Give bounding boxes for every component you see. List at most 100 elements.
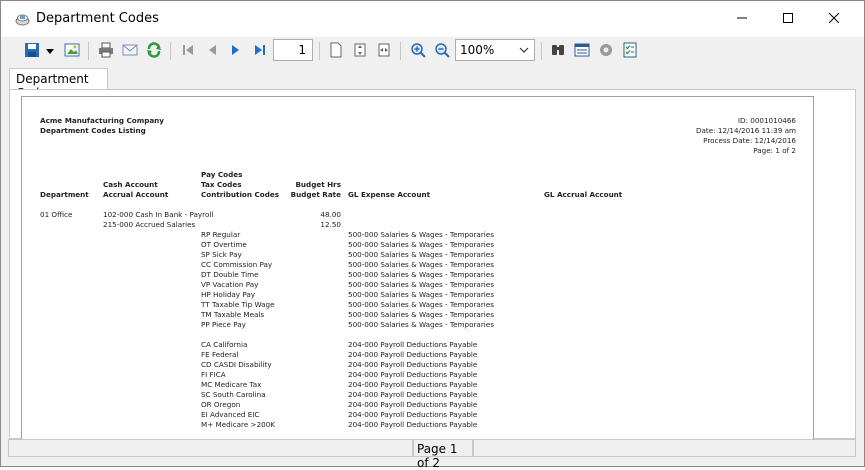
code-label: RP Regular (201, 230, 241, 239)
save-dropdown-icon (46, 44, 54, 58)
maximize-button[interactable] (765, 1, 811, 37)
header-contribution-codes: Contribution Codes (201, 190, 280, 199)
header-accrual-account: Accrual Account (103, 190, 169, 199)
gl-account-label: 500-000 Salaries & Wages - Temporaries (348, 260, 494, 269)
next-page-icon (228, 42, 244, 61)
code-label: CA California (201, 340, 248, 349)
next-page-button[interactable] (225, 40, 247, 62)
save-dropdown-button[interactable] (43, 40, 57, 62)
refresh-icon (146, 41, 162, 61)
gl-account-label: 204-000 Payroll Deductions Payable (348, 350, 478, 359)
report-date: Date: 12/14/2016 11:39 am (695, 126, 796, 135)
close-button[interactable] (811, 1, 857, 37)
page-view-icon (328, 42, 344, 61)
report-page-number: Page: 1 of 2 (753, 146, 796, 155)
previous-page-icon (204, 42, 220, 61)
header-gl-expense: GL Expense Account (348, 190, 431, 199)
gl-account-label: 500-000 Salaries & Wages - Temporaries (348, 310, 494, 319)
report-toolbar: 1 100% (1, 37, 864, 66)
report-viewport: Acme Manufacturing Company Department Co… (9, 89, 856, 440)
gl-account-label: 500-000 Salaries & Wages - Temporaries (348, 230, 494, 239)
window-title: Department Codes (36, 11, 159, 26)
header-pay-codes: Pay Codes (201, 170, 243, 179)
gl-account-label: 500-000 Salaries & Wages - Temporaries (348, 250, 494, 259)
status-bar: Page 1 of 2 (1, 439, 864, 470)
header-cash-account: Cash Account (103, 180, 158, 189)
zoom-in-icon (410, 42, 426, 61)
gl-account-label: 204-000 Payroll Deductions Payable (348, 420, 478, 429)
tab-department-codes[interactable]: Department Codes (9, 68, 108, 100)
first-page-button[interactable] (177, 40, 199, 62)
status-page-text: Page 1 of 2 (413, 439, 473, 470)
report-id: ID: 0001010466 (737, 116, 796, 125)
crystal-report-icon (15, 12, 30, 27)
parameters-button[interactable] (619, 40, 641, 62)
code-label: CD CASDI Disability (201, 360, 272, 369)
zoom-select[interactable]: 100% (455, 39, 535, 61)
maximize-icon (783, 12, 793, 26)
gl-account-label: 204-000 Payroll Deductions Payable (348, 340, 478, 349)
first-page-icon (180, 42, 196, 61)
gl-account-label: 204-000 Payroll Deductions Payable (348, 360, 478, 369)
title-bar: Department Codes (1, 1, 864, 37)
gl-account-label: 500-000 Salaries & Wages - Temporaries (348, 240, 494, 249)
gl-account-label: 500-000 Salaries & Wages - Temporaries (348, 300, 494, 309)
code-label: HP Holiday Pay (201, 290, 255, 299)
process-date: Process Date: 12/14/2016 (703, 136, 796, 145)
code-label: FI FICA (201, 370, 226, 379)
group-tree-button[interactable] (571, 40, 593, 62)
fit-page-icon (352, 42, 368, 61)
header-budget-rate: Budget Rate (290, 190, 341, 199)
fit-width-button[interactable] (373, 40, 395, 62)
cash-account-value: 102-000 Cash In Bank - Payroll (103, 210, 214, 219)
header-gl-accrual: GL Accrual Account (544, 190, 623, 199)
status-pane-left (8, 439, 413, 457)
code-label: EI Advanced EIC (201, 410, 260, 419)
zoom-out-button[interactable] (431, 40, 453, 62)
gl-account-label: 204-000 Payroll Deductions Payable (348, 410, 478, 419)
code-label: VP Vacation Pay (201, 280, 259, 289)
code-label: MC Medicare Tax (201, 380, 262, 389)
code-label: TT Taxable Tip Wage (201, 300, 275, 309)
minimize-button[interactable] (719, 1, 765, 37)
code-label: OT Overtime (201, 240, 247, 249)
accrual-account-value: 215-000 Accrued Salaries (103, 220, 196, 229)
save-icon (24, 42, 40, 61)
company-name: Acme Manufacturing Company (40, 116, 164, 125)
report-viewer-window: Department Codes 1 100% Department Acme … (0, 0, 865, 470)
gl-account-label: 204-000 Payroll Deductions Payable (348, 400, 478, 409)
settings-button[interactable] (595, 40, 617, 62)
find-button[interactable] (547, 40, 569, 62)
gl-account-label: 500-000 Salaries & Wages - Temporaries (348, 290, 494, 299)
last-page-button[interactable] (249, 40, 271, 62)
parameters-icon (622, 42, 638, 61)
code-label: SP Sick Pay (201, 250, 242, 259)
email-button[interactable] (119, 40, 141, 62)
code-label: FE Federal (201, 350, 239, 359)
report-title: Department Codes Listing (40, 126, 146, 135)
export-image-button[interactable] (61, 40, 83, 62)
header-budget-hrs: Budget Hrs (295, 180, 341, 189)
page-view-button[interactable] (325, 40, 347, 62)
save-button[interactable] (21, 40, 43, 62)
gl-account-label: 500-000 Salaries & Wages - Temporaries (348, 320, 494, 329)
code-label: DT Double Time (201, 270, 259, 279)
page-number-input[interactable]: 1 (273, 39, 313, 61)
zoom-in-button[interactable] (407, 40, 429, 62)
fit-page-button[interactable] (349, 40, 371, 62)
refresh-button[interactable] (143, 40, 165, 62)
previous-page-button[interactable] (201, 40, 223, 62)
print-icon (98, 42, 114, 61)
gl-account-label: 204-000 Payroll Deductions Payable (348, 380, 478, 389)
gl-account-label: 204-000 Payroll Deductions Payable (348, 370, 478, 379)
code-label: TM Taxable Meals (201, 310, 265, 319)
print-button[interactable] (95, 40, 117, 62)
department-name: 01 Office (40, 210, 73, 219)
gl-account-label: 500-000 Salaries & Wages - Temporaries (348, 280, 494, 289)
email-icon (122, 42, 138, 61)
code-label: CC Commission Pay (201, 260, 273, 269)
zoom-out-icon (434, 42, 450, 61)
budget-rate-value: 12.50 (320, 220, 341, 229)
code-label: OR Oregon (201, 400, 241, 409)
close-icon (828, 12, 840, 26)
